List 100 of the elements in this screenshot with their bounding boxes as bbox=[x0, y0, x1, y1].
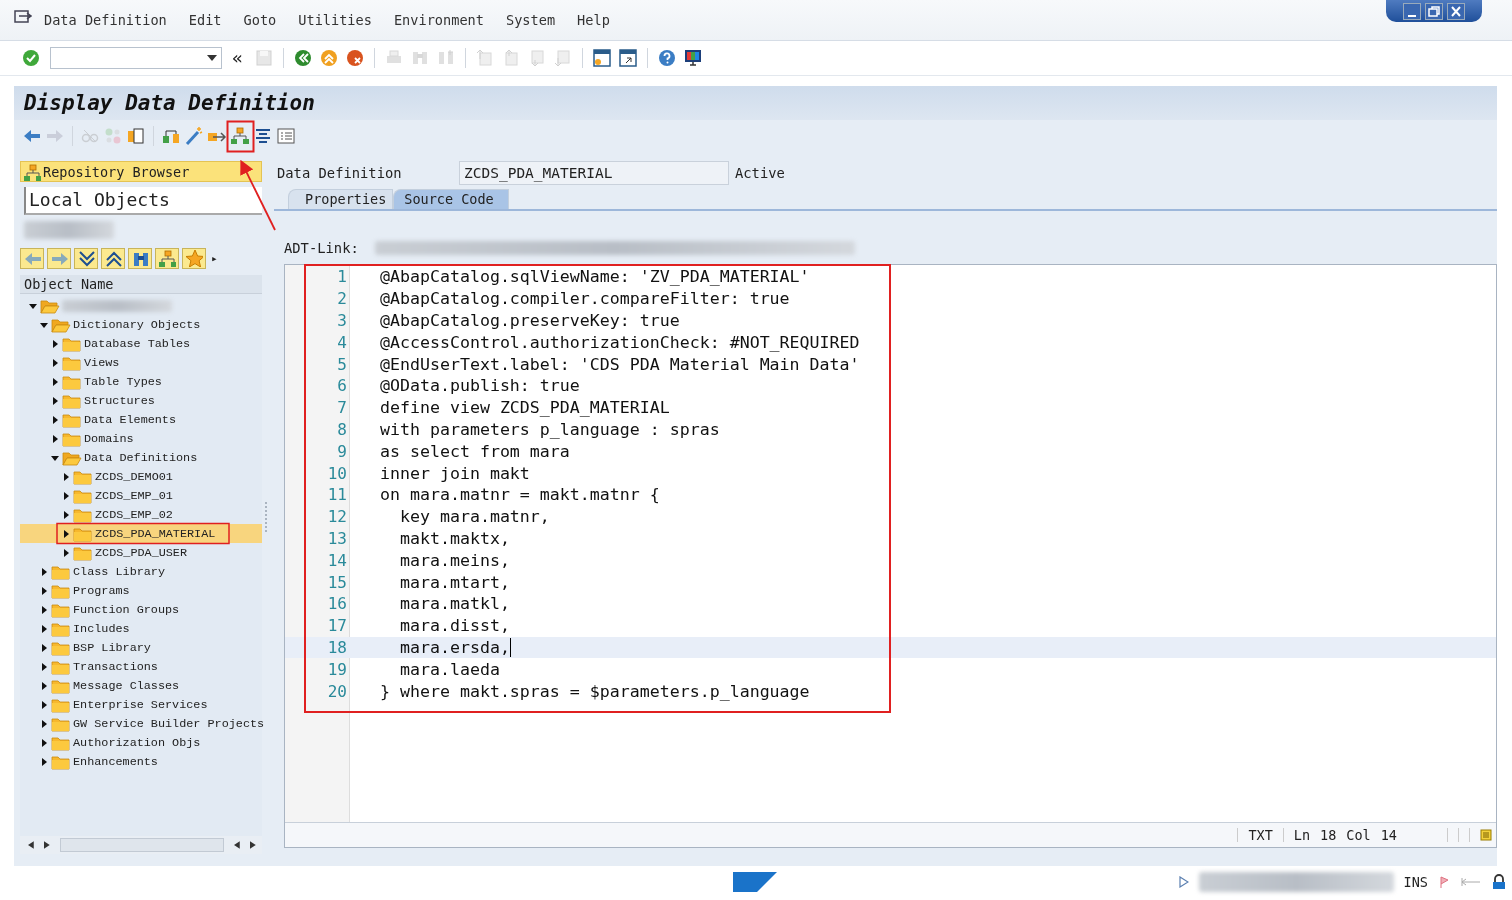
tree-item-label[interactable]: ZCDS_EMP_01 bbox=[95, 488, 173, 503]
tree-item-label[interactable]: BSP Library bbox=[73, 640, 151, 655]
code-line: @AbapCatalog.compiler.compareFilter: true bbox=[380, 289, 790, 309]
tree-row[interactable]: ZCDS_PDA_USER bbox=[20, 543, 262, 562]
code-line: @AbapCatalog.preserveKey: true bbox=[380, 311, 680, 330]
line-number: 7 bbox=[336, 398, 347, 418]
tree-item-label[interactable]: Structures bbox=[84, 393, 155, 408]
line-number: 2 bbox=[336, 289, 347, 309]
collapse-button[interactable]: « bbox=[232, 48, 243, 68]
code-line: @OData.publish: true bbox=[380, 376, 580, 396]
tree-row[interactable]: Views bbox=[20, 353, 262, 372]
tree-item-label[interactable]: Class Library bbox=[73, 564, 166, 579]
code-line: mara.mtart, bbox=[398, 572, 510, 592]
code-line: makt.maktx, bbox=[398, 528, 510, 548]
tree-item-label[interactable]: Enterprise Services bbox=[73, 697, 208, 712]
line-number: 10 bbox=[326, 463, 347, 483]
menu-item[interactable]: Edit bbox=[188, 12, 222, 28]
line-number: 12 bbox=[326, 507, 347, 527]
code-line: as select from mara bbox=[380, 441, 570, 461]
code-line: inner join makt bbox=[380, 463, 530, 483]
tree-row[interactable]: Database Tables bbox=[20, 334, 262, 353]
line-number: 17 bbox=[326, 616, 347, 636]
status-text: TXT bbox=[1248, 827, 1273, 843]
tree-item-label[interactable]: ZCDS_DEMO01 bbox=[95, 469, 173, 484]
field-label: Data Definition bbox=[276, 165, 403, 181]
tree-row[interactable]: Data Definitions bbox=[20, 448, 262, 467]
name-field[interactable]: ZCDS_PDA_MATERIAL bbox=[459, 161, 729, 185]
selected-tree-row[interactable]: ZCDS_PDA_MATERIAL bbox=[20, 524, 262, 543]
status-text: 18 bbox=[1320, 827, 1337, 843]
tree-item-label[interactable]: Views bbox=[84, 355, 120, 370]
more-button[interactable]: ▸ bbox=[211, 251, 218, 265]
tree-row[interactable]: BSP Library bbox=[20, 638, 262, 657]
line-number: 3 bbox=[336, 311, 347, 330]
tree-item-label[interactable]: Data Elements bbox=[84, 412, 177, 427]
tree-row[interactable]: Includes bbox=[20, 619, 262, 638]
status-text: Col bbox=[1346, 827, 1371, 843]
line-number: 4 bbox=[336, 332, 347, 352]
line-number: 14 bbox=[326, 550, 347, 570]
line-number: 18 bbox=[326, 637, 347, 657]
menu-item[interactable]: System bbox=[505, 12, 556, 28]
tree-row[interactable]: Enhancements bbox=[20, 752, 262, 771]
line-number: 1 bbox=[336, 267, 347, 287]
menu-item[interactable]: Goto bbox=[243, 12, 277, 28]
tree-row[interactable]: Function Groups bbox=[20, 600, 262, 619]
tree-row[interactable]: Domains bbox=[20, 429, 262, 448]
tree-item-label[interactable]: Authorization Objs bbox=[73, 735, 201, 750]
tree-row[interactable]: Programs bbox=[20, 581, 262, 600]
object-list-field[interactable]: Local Objects bbox=[24, 187, 262, 215]
tab[interactable]: Properties bbox=[288, 189, 394, 209]
code-line: @EndUserText.label: 'CDS PDA Material Main Data' bbox=[380, 354, 860, 374]
menu-item[interactable]: Data Definition bbox=[44, 12, 167, 28]
tree-item-label[interactable]: Message Classes bbox=[73, 678, 180, 693]
line-number: 9 bbox=[336, 441, 347, 461]
tree-item-label[interactable]: Domains bbox=[84, 431, 134, 446]
tree-item-label[interactable]: Transactions bbox=[73, 659, 158, 674]
tree-item-label[interactable]: Dictionary Objects bbox=[73, 317, 201, 332]
tree-item-label[interactable]: Enhancements bbox=[73, 754, 158, 769]
status-text: Ln bbox=[1293, 827, 1311, 843]
code-line: @AbapCatalog.sqlViewName: 'ZV_PDA_MATERIAL' bbox=[380, 267, 810, 287]
tree-row[interactable]: Data Elements bbox=[20, 410, 262, 429]
tree-item-label[interactable]: Function Groups bbox=[73, 602, 180, 617]
tree-row[interactable]: ZCDS_EMP_02 bbox=[20, 505, 262, 524]
menu-item[interactable]: Help bbox=[577, 12, 610, 28]
line-number: 19 bbox=[326, 659, 347, 679]
tree-row[interactable]: Message Classes bbox=[20, 676, 262, 695]
tree-row[interactable]: Authorization Objs bbox=[20, 733, 262, 752]
tree-row[interactable]: ZCDS_DEMO01 bbox=[20, 467, 262, 486]
tree-item-label[interactable]: Data Definitions bbox=[84, 450, 198, 465]
tree-row[interactable]: Transactions bbox=[20, 657, 262, 676]
tree-item-label[interactable]: ZCDS_PDA_MATERIAL bbox=[95, 526, 216, 541]
tree-item-label[interactable]: GW Service Builder Projects bbox=[73, 716, 265, 731]
column-header: Object Name bbox=[20, 275, 262, 294]
tree-row[interactable]: Dictionary Objects bbox=[20, 315, 262, 334]
line-number: 13 bbox=[326, 528, 347, 548]
status-text: Active bbox=[735, 165, 785, 181]
screen-title: Display Data Definition bbox=[14, 86, 1497, 120]
tab[interactable]: Source Code bbox=[393, 189, 509, 209]
menu-item[interactable]: Utilities bbox=[298, 12, 372, 28]
repository-browser-header[interactable]: Repository Browser bbox=[20, 161, 262, 182]
tree-item-label[interactable]: Includes bbox=[73, 621, 130, 636]
line-number: 11 bbox=[326, 485, 347, 505]
code-line: mara.meins, bbox=[398, 550, 510, 570]
code-line: mara.disst, bbox=[398, 616, 510, 636]
code-line: define view ZCDS_PDA_MATERIAL bbox=[380, 398, 670, 418]
tree-row[interactable]: Enterprise Services bbox=[20, 695, 262, 714]
tree-row[interactable]: Table Types bbox=[20, 372, 262, 391]
tree-item-label[interactable]: ZCDS_EMP_02 bbox=[95, 507, 173, 522]
tree-row[interactable]: ZCDS_EMP_01 bbox=[20, 486, 262, 505]
tree-item-label[interactable]: Database Tables bbox=[84, 336, 191, 351]
line-number: 5 bbox=[336, 354, 347, 374]
tree-item-label[interactable]: Table Types bbox=[84, 374, 162, 389]
code-line: mara.laeda bbox=[398, 659, 500, 679]
tree-row[interactable]: GW Service Builder Projects bbox=[20, 714, 262, 733]
tree-item-label[interactable]: ZCDS_PDA_USER bbox=[95, 545, 188, 560]
menu-item[interactable]: Environment bbox=[393, 12, 484, 28]
code-line: with parameters p_language : spras bbox=[380, 419, 720, 439]
tree-item-label[interactable]: Programs bbox=[73, 583, 130, 598]
header-text: Repository Browser bbox=[43, 163, 190, 180]
tree-row[interactable]: Structures bbox=[20, 391, 262, 410]
tree-row[interactable]: Class Library bbox=[20, 562, 262, 581]
